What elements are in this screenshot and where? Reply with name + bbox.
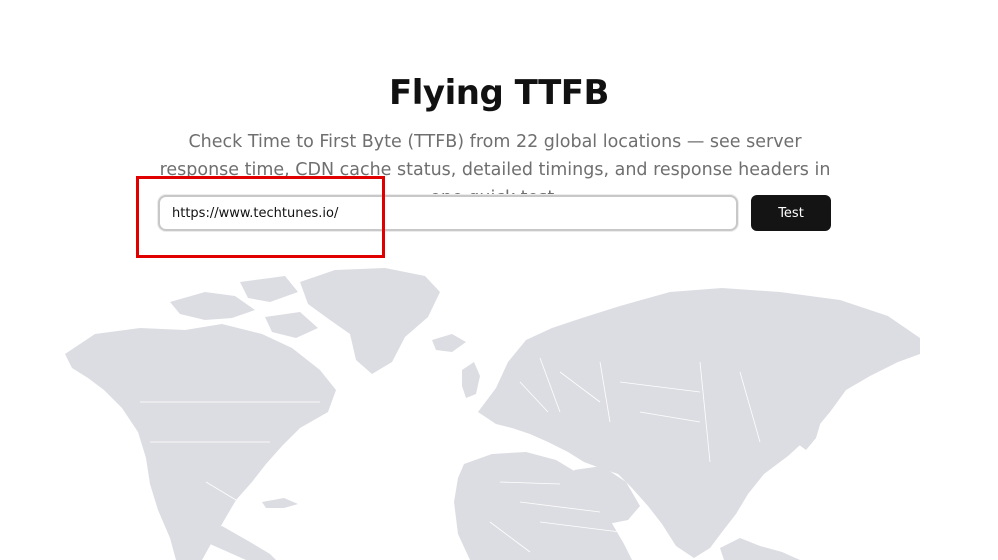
uk-shape	[462, 362, 480, 398]
highlight-box	[136, 176, 385, 258]
page: Flying TTFB Check Time to First Byte (TT…	[0, 0, 998, 560]
test-button[interactable]: Test	[751, 195, 831, 231]
southeast-asia-shape	[720, 538, 800, 560]
iceland-shape	[432, 334, 466, 352]
world-map	[65, 268, 920, 560]
arctic-islands-shape	[170, 276, 318, 338]
page-title: Flying TTFB	[389, 72, 609, 113]
caribbean-shape	[262, 498, 298, 508]
greenland-shape	[300, 268, 440, 374]
